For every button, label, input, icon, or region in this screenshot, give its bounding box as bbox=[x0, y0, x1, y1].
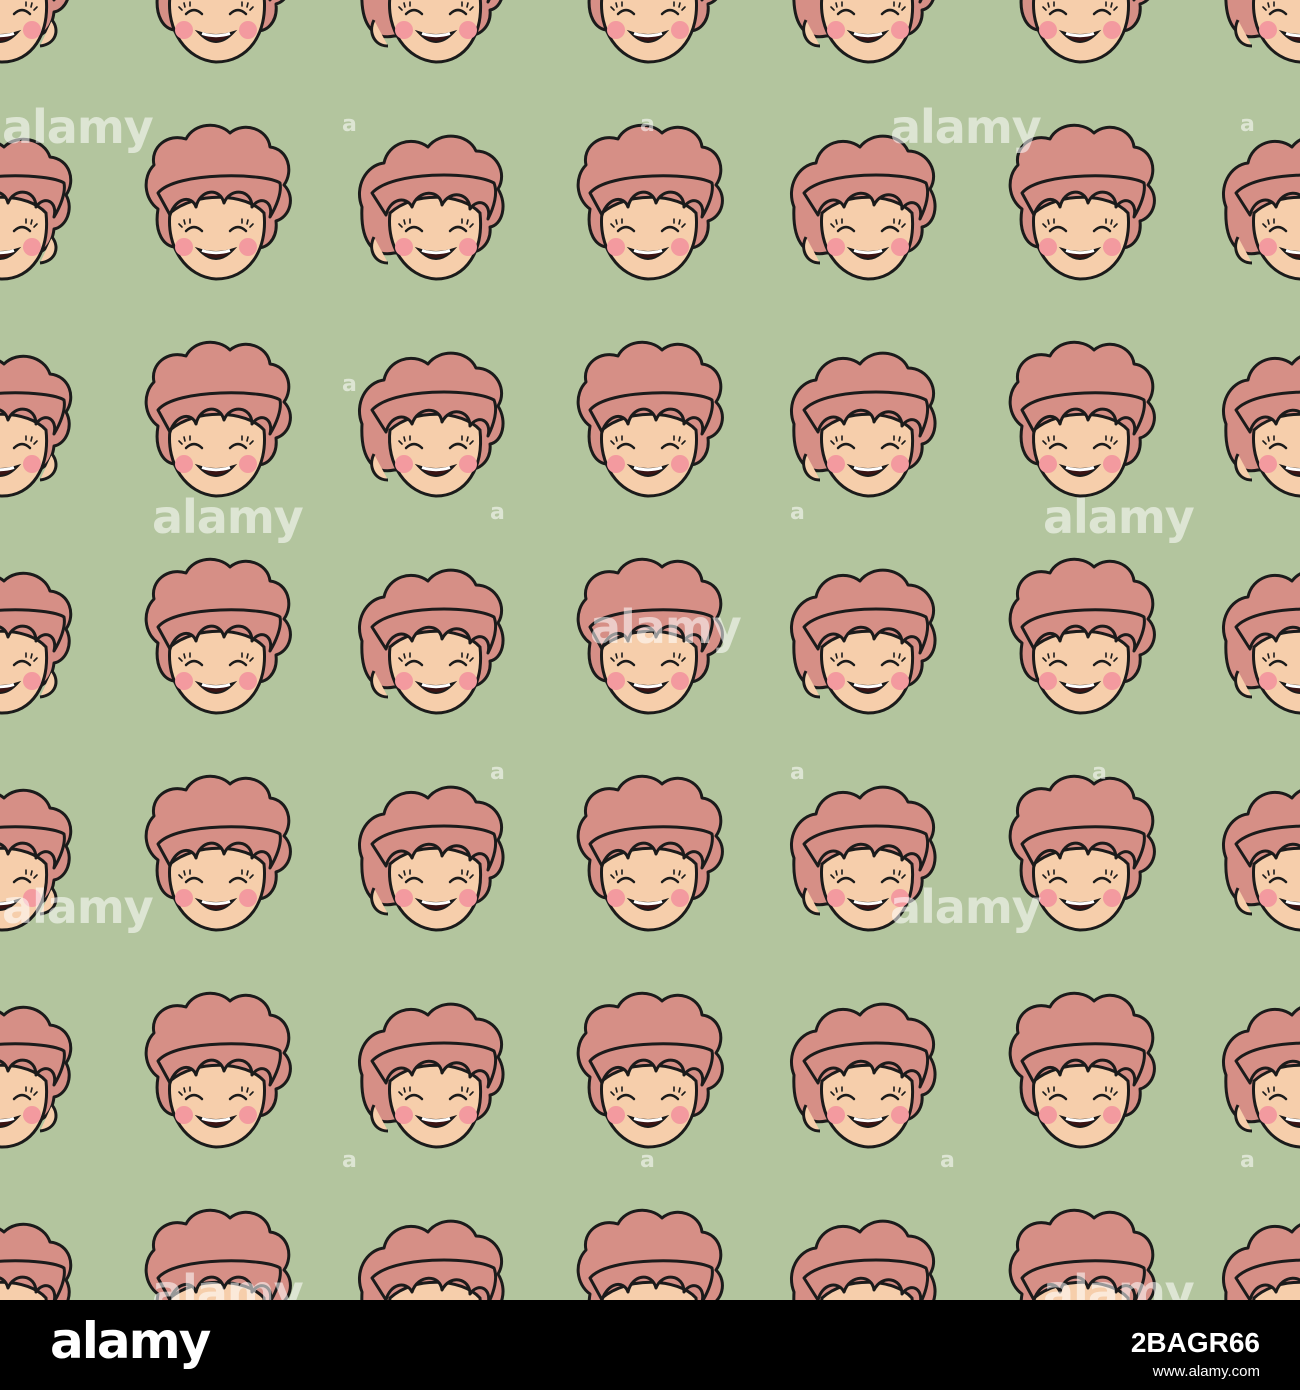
pattern-canvas: .hair{fill:#d68f86;stroke:#1b1b1b;stroke… bbox=[0, 0, 1300, 1300]
image-id: 2BAGR66 bbox=[1130, 1327, 1260, 1358]
smiling-curly-haired-boy-face-icon bbox=[576, 1208, 724, 1300]
seamless-pattern: .hair{fill:#d68f86;stroke:#1b1b1b;stroke… bbox=[0, 0, 1300, 1300]
smiling-curly-haired-boy-face-icon bbox=[144, 1208, 292, 1300]
stock-footer-bar: alamy 2BAGR66 www.alamy.com bbox=[0, 1300, 1300, 1390]
faces-layer bbox=[0, 0, 1300, 1300]
footer-url: www.alamy.com bbox=[1152, 1363, 1260, 1380]
footer-logo: alamy bbox=[50, 1312, 211, 1370]
smiling-curly-haired-boy-face-icon bbox=[1008, 1208, 1156, 1300]
